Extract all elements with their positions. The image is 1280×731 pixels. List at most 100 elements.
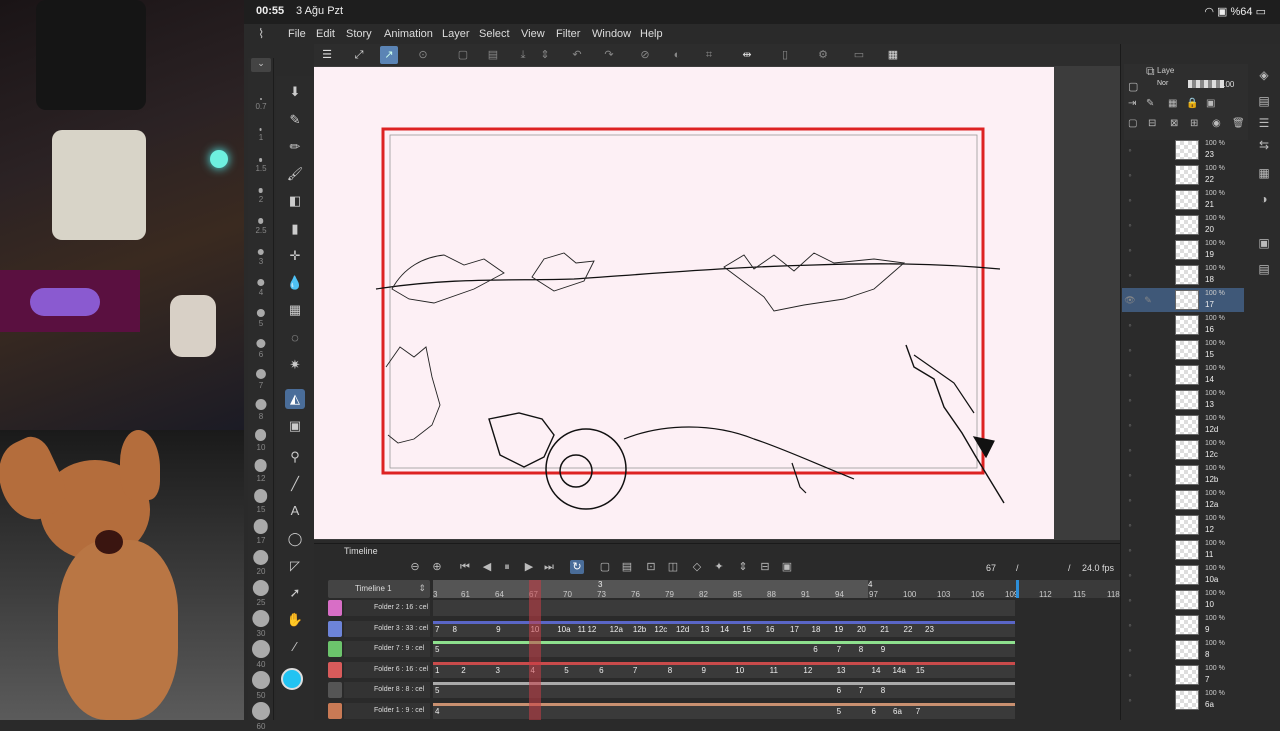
brush-size-label[interactable]: 7: [248, 381, 274, 390]
brush-size-dot[interactable]: [253, 489, 268, 503]
flip-horizontal-icon[interactable]: ⇹: [738, 46, 756, 64]
specify-cel-icon[interactable]: ▤: [620, 560, 634, 574]
delete-layer-icon[interactable]: 🗑: [1232, 118, 1245, 129]
layer-icon[interactable]: ⊙: [414, 46, 432, 64]
undo-icon[interactable]: ↶: [568, 46, 586, 64]
eye-icon[interactable]: ◦: [1124, 620, 1136, 630]
device-icon[interactable]: ▯: [776, 46, 794, 64]
menu-file[interactable]: File: [288, 28, 306, 40]
fill-icon[interactable]: ◐: [668, 46, 686, 64]
cel-label[interactable]: 23: [925, 625, 934, 634]
brush-size-label[interactable]: 50: [248, 691, 274, 700]
cel-label[interactable]: 14: [720, 625, 729, 634]
cel-label[interactable]: 15: [916, 666, 925, 675]
layer-row[interactable]: ◦ 100 % 20: [1122, 213, 1244, 237]
cel-label[interactable]: 10a: [557, 625, 570, 634]
layer-mask-icon[interactable]: ▦: [1168, 98, 1177, 109]
eye-icon[interactable]: ◦: [1124, 595, 1136, 605]
brush-size-dot[interactable]: [256, 278, 265, 286]
brush-size-dot[interactable]: [254, 459, 267, 472]
cel-label[interactable]: 5: [564, 666, 568, 675]
blend-mode-select[interactable]: Nor: [1157, 80, 1168, 87]
layer-thumbnail[interactable]: [1175, 515, 1199, 535]
brush-size-label[interactable]: 1: [248, 133, 274, 142]
layer-thumbnail[interactable]: [1175, 415, 1199, 435]
panel-icon[interactable]: ▭: [850, 46, 868, 64]
menu-select[interactable]: Select: [479, 28, 510, 40]
cel-label[interactable]: 12: [803, 666, 812, 675]
brush-size-label[interactable]: 2: [248, 195, 274, 204]
brush-size-dot[interactable]: [256, 308, 265, 317]
chevron-updown-icon[interactable]: ⇕: [536, 46, 554, 64]
skip-start-icon[interactable]: ⏮: [458, 560, 472, 574]
hand-tool-icon[interactable]: ✋: [285, 610, 305, 630]
new-file-icon[interactable]: ▢: [454, 46, 472, 64]
main-color-swatch[interactable]: [281, 668, 303, 690]
eye-icon[interactable]: ◦: [1124, 520, 1136, 530]
cel-label[interactable]: 7: [859, 686, 863, 695]
ruler-tool-icon[interactable]: ◸: [285, 556, 305, 576]
track-visibility-icon[interactable]: [328, 600, 342, 616]
cel-label[interactable]: 13: [700, 625, 709, 634]
cel-label[interactable]: 3: [496, 666, 500, 675]
layer-thumbnail[interactable]: [1175, 240, 1199, 260]
new-vector-layer-icon[interactable]: ⊠: [1170, 118, 1178, 129]
zoom-in-icon[interactable]: ⊕: [430, 560, 444, 574]
layer-row[interactable]: ◦ 100 % 18: [1122, 263, 1244, 287]
brush-size-label[interactable]: 8: [248, 412, 274, 421]
cel-label[interactable]: 8: [452, 625, 456, 634]
cel-label[interactable]: 5: [435, 686, 439, 695]
eye-icon[interactable]: ◦: [1124, 495, 1136, 505]
settings-icon[interactable]: ⚙: [814, 46, 832, 64]
zoom-tool-icon[interactable]: ⚲: [285, 447, 305, 467]
app-logo-icon[interactable]: ⌇: [258, 26, 272, 41]
timeline-track[interactable]: Folder 6 : 16 : cel123456789101112131414…: [328, 660, 1120, 680]
cel-label[interactable]: 19: [834, 625, 843, 634]
timeline-track[interactable]: Folder 7 : 9 : cel 5 6 7 8 9: [328, 639, 1120, 659]
marker-tool-icon[interactable]: ▮: [285, 219, 305, 239]
grid-icon[interactable]: ▦: [884, 46, 902, 64]
layer-row[interactable]: ◦ 100 % 10: [1122, 588, 1244, 612]
zoom-out-icon[interactable]: ⊖: [408, 560, 422, 574]
track-visibility-icon[interactable]: [328, 641, 342, 657]
export-icon[interactable]: ▣: [780, 560, 794, 574]
eyedropper-tool-icon[interactable]: ⁄: [285, 637, 305, 657]
brush-size-label[interactable]: 12: [248, 474, 274, 483]
cel-label[interactable]: 9: [496, 625, 500, 634]
layer-tab[interactable]: Laye: [1157, 66, 1174, 75]
timeline-track[interactable]: Folder 8 : 8 : cel 5 6 7 8: [328, 680, 1120, 700]
brush-size-dot[interactable]: [251, 702, 270, 720]
menu-window[interactable]: Window: [592, 28, 631, 40]
layer-thumbnail[interactable]: [1175, 315, 1199, 335]
layer-clip-icon[interactable]: ⇥: [1128, 98, 1136, 109]
layer-row[interactable]: ◦ 100 % 9: [1122, 613, 1244, 637]
brush-size-dot[interactable]: [255, 338, 266, 348]
menu-filter[interactable]: Filter: [556, 28, 580, 40]
save-icon[interactable]: ⤓: [514, 46, 532, 64]
move-updown-icon[interactable]: ⇕: [736, 560, 750, 574]
layer-thumbnail[interactable]: [1175, 640, 1199, 660]
layer-thumbnail[interactable]: [1175, 440, 1199, 460]
eye-icon[interactable]: ◦: [1124, 170, 1136, 180]
layer-thumbnail[interactable]: [1175, 365, 1199, 385]
brush-size-dot[interactable]: [258, 188, 263, 193]
eye-icon[interactable]: ◦: [1124, 695, 1136, 705]
object-select-tool-icon[interactable]: ➚: [285, 583, 305, 603]
cel-label[interactable]: 6: [872, 707, 876, 716]
brush-size-dot[interactable]: [251, 640, 270, 658]
text-tool-icon[interactable]: A: [285, 501, 305, 521]
cel-label[interactable]: 12a: [610, 625, 623, 634]
cel-label[interactable]: 12c: [654, 625, 667, 634]
cel-label[interactable]: 1: [435, 666, 439, 675]
cel-label[interactable]: 20: [857, 625, 866, 634]
brush-size-dot[interactable]: [259, 98, 262, 100]
layer-thumbnail[interactable]: [1175, 215, 1199, 235]
menu-animation[interactable]: Animation: [384, 28, 433, 40]
eye-icon[interactable]: ◦: [1124, 195, 1136, 205]
layer-thumbnail[interactable]: [1175, 690, 1199, 710]
cel-label[interactable]: 12b: [633, 625, 646, 634]
history-icon[interactable]: ☰: [1255, 114, 1273, 132]
cel-label[interactable]: 9: [702, 666, 706, 675]
layer-panel-toggle-icon[interactable]: ◈: [1255, 66, 1273, 84]
brush-size-dot[interactable]: [255, 399, 266, 410]
